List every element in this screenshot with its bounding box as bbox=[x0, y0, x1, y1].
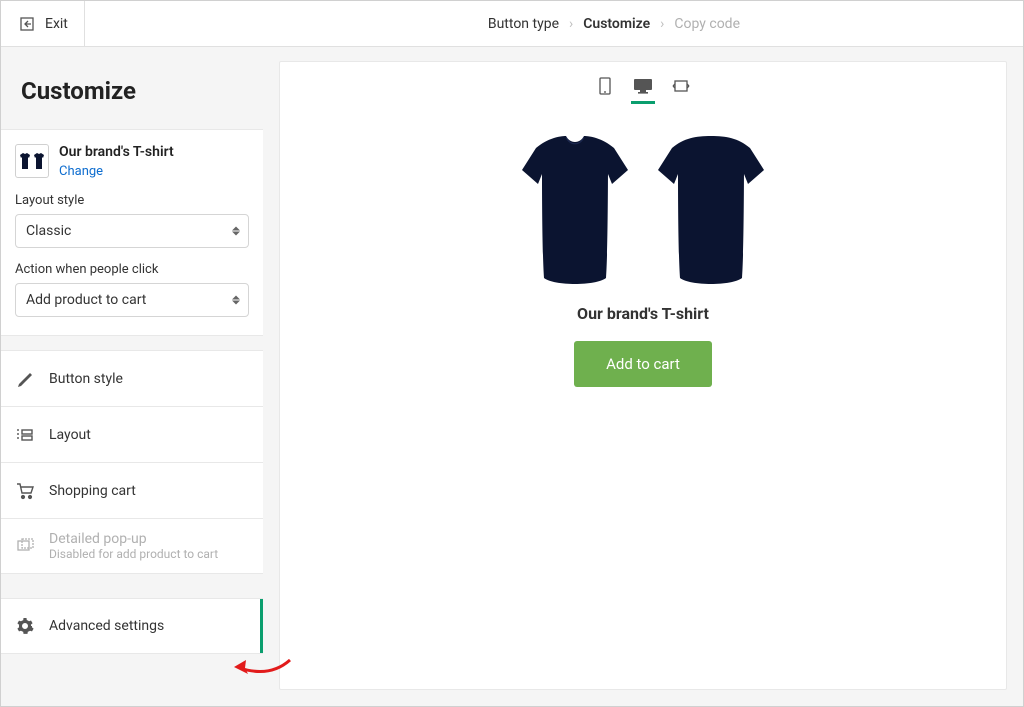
sidebar: Customize Our brand's T-shirt Change bbox=[1, 47, 263, 706]
sidebar-item-button-style[interactable]: Button style bbox=[1, 350, 263, 406]
layout-style-select[interactable]: Classic bbox=[15, 214, 249, 248]
page-title: Customize bbox=[1, 47, 263, 129]
breadcrumb-step-3: Copy code bbox=[674, 16, 740, 32]
breadcrumb-step-1[interactable]: Button type bbox=[488, 16, 559, 32]
sidebar-item-shopping-cart[interactable]: Shopping cart bbox=[1, 462, 263, 518]
popup-icon bbox=[15, 536, 35, 556]
chevron-right-icon: › bbox=[660, 16, 664, 32]
product-row: Our brand's T-shirt Change bbox=[15, 144, 249, 179]
sidebar-item-label: Button style bbox=[49, 371, 123, 387]
sidebar-item-label: Shopping cart bbox=[49, 483, 136, 499]
preview-product-title: Our brand's T-shirt bbox=[577, 304, 709, 323]
sidebar-item-sublabel: Disabled for add product to cart bbox=[49, 547, 218, 561]
product-name: Our brand's T-shirt bbox=[59, 144, 174, 160]
exit-label: Exit bbox=[45, 16, 68, 32]
product-image bbox=[516, 130, 770, 290]
layout-style-value: Classic bbox=[26, 223, 71, 239]
sidebar-item-label: Detailed pop-up bbox=[49, 531, 218, 547]
select-caret-icon bbox=[232, 227, 240, 236]
chevron-right-icon: › bbox=[569, 16, 573, 32]
action-click-label: Action when people click bbox=[15, 262, 249, 277]
device-tabs bbox=[280, 62, 1006, 102]
sidebar-item-detailed-popup: Detailed pop-up Disabled for add product… bbox=[1, 518, 263, 574]
device-responsive-tab[interactable] bbox=[671, 76, 691, 96]
layout-icon bbox=[15, 425, 35, 445]
gear-icon bbox=[15, 616, 35, 636]
sidebar-item-layout[interactable]: Layout bbox=[1, 406, 263, 462]
sidebar-item-label: Advanced settings bbox=[49, 618, 164, 634]
select-caret-icon bbox=[232, 296, 240, 305]
exit-icon bbox=[17, 14, 37, 34]
product-thumbnail bbox=[15, 144, 49, 178]
cart-icon bbox=[15, 481, 35, 501]
paint-brush-icon bbox=[15, 369, 35, 389]
top-bar: Exit Button type › Customize › Copy code bbox=[1, 1, 1023, 47]
main: Customize Our brand's T-shirt Change bbox=[1, 47, 1023, 706]
sidebar-item-label: Layout bbox=[49, 427, 91, 443]
layout-style-label: Layout style bbox=[15, 193, 249, 208]
change-product-link[interactable]: Change bbox=[59, 164, 103, 179]
device-desktop-tab[interactable] bbox=[633, 76, 653, 96]
breadcrumb: Button type › Customize › Copy code bbox=[368, 16, 740, 32]
sidebar-item-advanced-settings[interactable]: Advanced settings bbox=[1, 598, 263, 654]
product-preview: Our brand's T-shirt Add to cart bbox=[280, 102, 1006, 387]
breadcrumb-step-2[interactable]: Customize bbox=[583, 16, 650, 32]
action-click-select[interactable]: Add product to cart bbox=[15, 283, 249, 317]
action-click-value: Add product to cart bbox=[26, 292, 146, 308]
device-mobile-tab[interactable] bbox=[595, 76, 615, 96]
exit-button[interactable]: Exit bbox=[1, 1, 85, 46]
product-panel: Our brand's T-shirt Change Layout style … bbox=[1, 129, 263, 336]
add-to-cart-button[interactable]: Add to cart bbox=[574, 341, 712, 387]
preview-area: Our brand's T-shirt Add to cart bbox=[263, 47, 1023, 706]
preview-panel: Our brand's T-shirt Add to cart bbox=[279, 61, 1007, 690]
